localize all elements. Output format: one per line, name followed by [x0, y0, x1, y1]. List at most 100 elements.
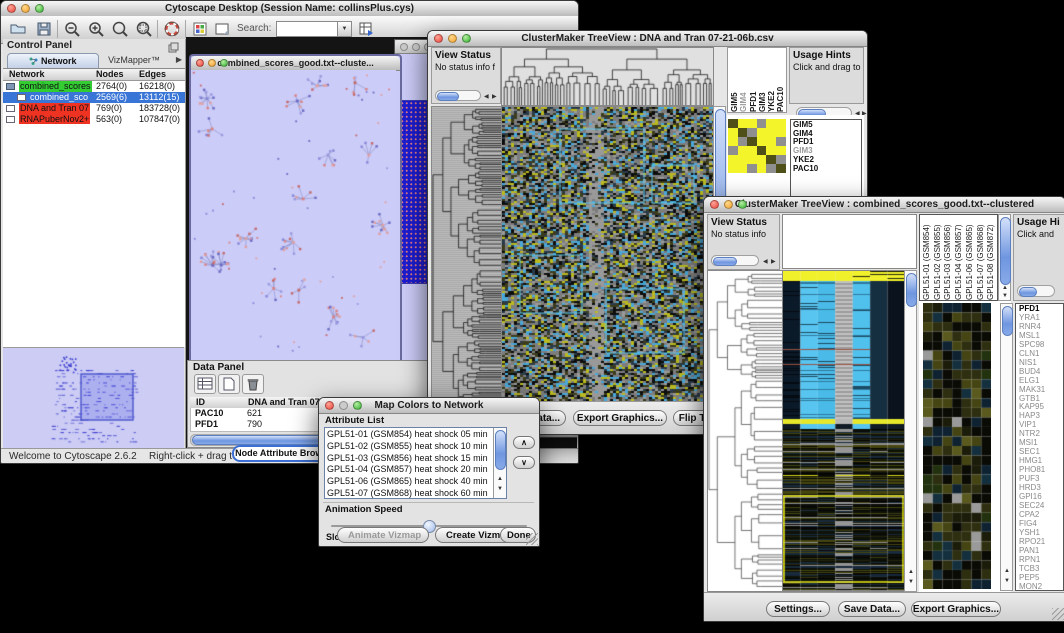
attribute-item[interactable]: GPL51-01 (GSM854) heat shock 05 min [327, 429, 487, 441]
gene-label[interactable]: MAK31 [1019, 386, 1063, 395]
gene-label[interactable]: SEC24 [1019, 502, 1063, 511]
scroll-down-icon[interactable]: ▼ [1002, 293, 1008, 299]
tv2-gene-list[interactable]: PFD1YRA1RNR4MSL1SPC98CLN1NIS1BUD4ELG1MAK… [1015, 303, 1064, 591]
zoom-window-icon[interactable] [462, 34, 471, 43]
tv2-global-heatmap[interactable] [782, 270, 906, 592]
gene-label[interactable]: NTR2 [1019, 430, 1063, 439]
open-file-button[interactable] [7, 18, 29, 40]
network-list-row[interactable]: DNA and Tran 07769(0)183728(0) [3, 103, 185, 114]
minimize-icon[interactable] [412, 43, 420, 51]
save-data-button[interactable]: Save Data... [838, 601, 906, 617]
minimize-icon[interactable] [208, 59, 216, 67]
export-graphics-button[interactable]: Export Graphics... [911, 601, 1001, 617]
resize-grip[interactable] [1052, 608, 1064, 620]
gene-label[interactable]: MON2 [1019, 583, 1063, 591]
gene-label[interactable]: PFD1 [1019, 305, 1063, 314]
zoom-selected-icon[interactable] [133, 18, 155, 40]
tab-overflow-arrow[interactable]: ▶ [176, 55, 182, 64]
attribute-listbox[interactable]: GPL51-01 (GSM854) heat shock 05 minGPL51… [324, 427, 507, 499]
close-icon[interactable] [7, 4, 16, 13]
gene-label[interactable]: HMG1 [1019, 457, 1063, 466]
network-canvas[interactable] [191, 70, 396, 364]
gene-label[interactable]: CLN1 [1019, 350, 1063, 359]
tv1-global-heatmap[interactable] [501, 106, 714, 402]
gene-label[interactable]: PEP5 [1019, 574, 1063, 583]
settings-button[interactable]: Settings... [766, 601, 830, 617]
col-header-network[interactable]: Network [9, 69, 45, 80]
gene-label[interactable]: GPI16 [1019, 493, 1063, 502]
col-header-nodes[interactable]: Nodes [96, 69, 124, 80]
network-overview-canvas[interactable] [3, 347, 184, 449]
gene-label[interactable]: KAP95 [1019, 403, 1063, 412]
close-icon[interactable] [710, 200, 719, 209]
treeview1-titlebar[interactable]: ClusterMaker TreeView : DNA and Tran 07-… [428, 31, 867, 47]
gene-label[interactable]: PUF3 [1019, 475, 1063, 484]
tv2-labels-vscroll[interactable]: ▲ ▼ [998, 214, 1011, 301]
col-header-edges[interactable]: Edges [139, 69, 166, 80]
gene-label[interactable]: NIS1 [1019, 359, 1063, 368]
gene-label[interactable]: HRD3 [1019, 484, 1063, 493]
new-attribute-icon[interactable] [218, 374, 240, 394]
gene-label[interactable]: YSH1 [1019, 529, 1063, 538]
minimize-icon[interactable] [21, 4, 30, 13]
tv2-column-dendrogram-area[interactable] [782, 214, 917, 269]
gene-label[interactable]: RPN1 [1019, 556, 1063, 565]
h-scrollbar[interactable] [1017, 285, 1055, 297]
move-down-button[interactable]: ∨ [513, 456, 535, 469]
scroll-left-icon[interactable]: ◀ [763, 259, 768, 265]
gene-label[interactable]: RPO21 [1019, 538, 1063, 547]
attribute-select-icon[interactable] [194, 374, 216, 394]
resize-grip[interactable] [526, 533, 538, 545]
help-lifering-icon[interactable] [161, 18, 183, 40]
attribute-item[interactable]: GPL51-02 (GSM855) heat shock 10 min [327, 441, 487, 453]
scroll-up-icon[interactable]: ▲ [1002, 285, 1008, 291]
h-scrollbar[interactable] [711, 255, 759, 266]
close-icon[interactable] [325, 401, 334, 410]
scroll-down-icon[interactable]: ▼ [497, 486, 503, 492]
gene-label[interactable]: RNR4 [1019, 323, 1063, 332]
gene-label[interactable]: FIG4 [1019, 520, 1063, 529]
export-graphics-button[interactable]: Export Graphics... [573, 410, 667, 426]
zoom-window-icon[interactable] [738, 200, 747, 209]
gene-label[interactable]: TCB3 [1019, 565, 1063, 574]
zoom-window-icon[interactable] [220, 59, 228, 67]
gene-label[interactable]: ELG1 [1019, 377, 1063, 386]
attribute-item[interactable]: GPL51-07 (GSM868) heat shock 60 min [327, 488, 487, 499]
zoom-fit-icon[interactable] [109, 18, 131, 40]
gene-label[interactable]: MSL1 [1019, 332, 1063, 341]
attribute-item[interactable]: GPL51-03 (GSM856) heat shock 15 min [327, 453, 487, 465]
gene-label[interactable]: PAC10 [793, 165, 861, 174]
gene-label[interactable]: CPA2 [1019, 511, 1063, 520]
attribute-item[interactable]: GPL51-06 (GSM865) heat shock 40 min [327, 476, 487, 488]
scroll-down-icon[interactable]: ▼ [1004, 578, 1010, 584]
tv1-row-dendrogram[interactable] [431, 106, 503, 402]
tv1-column-dendrogram[interactable] [501, 47, 714, 106]
zoom-in-icon[interactable] [85, 18, 107, 40]
attribute-item[interactable]: GPL51-04 (GSM857) heat shock 20 min [327, 464, 487, 476]
move-up-button[interactable]: ∧ [513, 436, 535, 449]
scroll-up-icon[interactable]: ▲ [908, 569, 914, 575]
minimize-icon[interactable] [724, 200, 733, 209]
animate-vizmap-button[interactable]: Animate Vizmap [337, 527, 429, 543]
search-input[interactable] [276, 21, 340, 37]
h-scrollbar[interactable] [435, 90, 481, 101]
close-icon[interactable] [434, 34, 443, 43]
tv2-zoom-vscroll[interactable]: ▲ ▼ [1000, 303, 1013, 591]
scroll-right-icon[interactable]: ▶ [492, 94, 497, 100]
zoom-out-icon[interactable] [61, 18, 83, 40]
gene-label[interactable]: VIP1 [1019, 421, 1063, 430]
tv2-row-dendrogram[interactable] [707, 270, 784, 592]
tv1-zoom-heatmap[interactable] [728, 119, 786, 173]
scroll-up-icon[interactable]: ▲ [1004, 568, 1010, 574]
scroll-up-icon[interactable]: ▲ [497, 476, 503, 482]
gene-label[interactable]: MSI1 [1019, 439, 1063, 448]
gene-label[interactable]: HAP3 [1019, 412, 1063, 421]
tv2-zoom-heatmap[interactable] [923, 303, 991, 589]
close-icon[interactable] [400, 43, 408, 51]
main-titlebar[interactable]: Cytoscape Desktop (Session Name: collins… [1, 1, 578, 17]
network-list-row[interactable]: combined_sco2569(6)13112(15) [3, 92, 185, 103]
search-dropdown-button[interactable]: ▼ [337, 21, 352, 37]
gene-label[interactable]: SEC1 [1019, 448, 1063, 457]
scroll-right-icon[interactable]: ▶ [771, 259, 776, 265]
gene-label[interactable]: SPC98 [1019, 341, 1063, 350]
